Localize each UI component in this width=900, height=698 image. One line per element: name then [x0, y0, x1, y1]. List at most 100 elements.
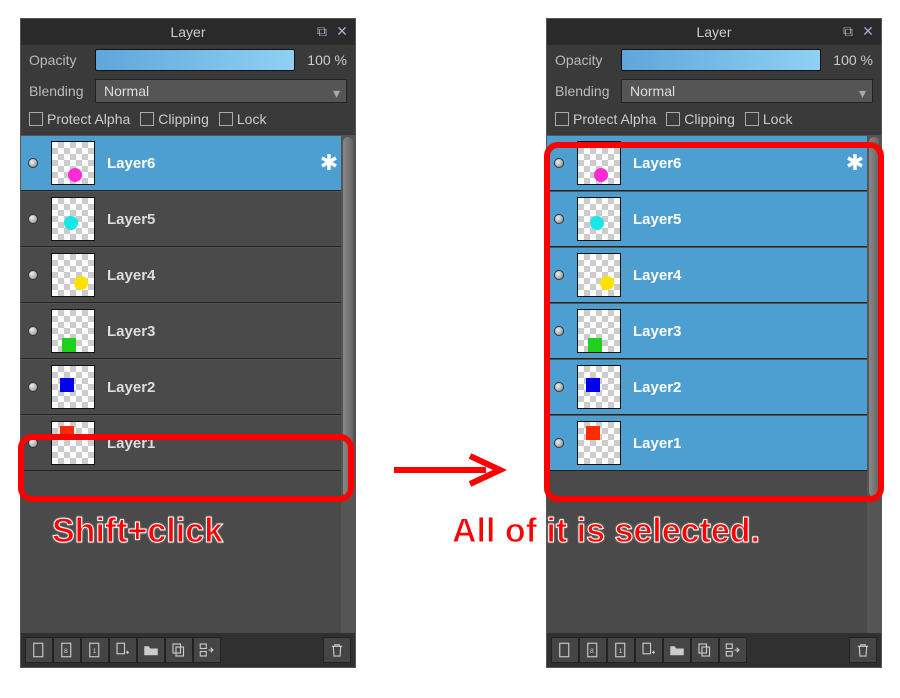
layer-thumbnail — [51, 197, 95, 241]
layer-item[interactable]: Layer2 — [547, 359, 867, 415]
layer-thumbnail — [577, 365, 621, 409]
opacity-value: 100 % — [303, 52, 347, 68]
blending-value: Normal — [630, 83, 675, 99]
clipping-checkbox[interactable]: Clipping — [140, 111, 209, 127]
layer-thumbnail — [51, 421, 95, 465]
layer-name: Layer5 — [627, 211, 867, 228]
close-icon[interactable]: ✕ — [333, 22, 351, 40]
visibility-toggle[interactable] — [547, 212, 571, 227]
gear-icon[interactable]: ✱ — [317, 150, 341, 176]
delete-icon[interactable] — [849, 637, 877, 663]
protect-alpha-checkbox[interactable]: Protect Alpha — [29, 111, 130, 127]
opacity-row: Opacity 100 % — [21, 45, 355, 75]
layer-name: Layer4 — [101, 267, 341, 284]
blending-label: Blending — [555, 83, 613, 99]
layer-thumbnail — [51, 365, 95, 409]
blending-select[interactable]: Normal — [621, 79, 873, 103]
visibility-toggle[interactable] — [21, 324, 45, 339]
layer-name: Layer6 — [627, 155, 843, 172]
opacity-slider[interactable] — [621, 49, 821, 71]
new-1bit-icon[interactable]: 1 — [81, 637, 109, 663]
visibility-toggle[interactable] — [547, 268, 571, 283]
lock-checkbox[interactable]: Lock — [745, 111, 793, 127]
lock-checkbox[interactable]: Lock — [219, 111, 267, 127]
layer-thumbnail — [577, 421, 621, 465]
detach-icon[interactable]: ⧉ — [313, 22, 331, 40]
layer-item[interactable]: Layer5 — [21, 191, 341, 247]
add-special-icon[interactable] — [635, 637, 663, 663]
layer-item[interactable]: Layer4 — [547, 247, 867, 303]
scrollbar[interactable] — [341, 135, 355, 633]
layer-panel-after: Layer ⧉ ✕ Opacity 100 % Blending Normal … — [546, 18, 882, 668]
layer-item[interactable]: Layer4 — [21, 247, 341, 303]
layer-panel-before: Layer ⧉ ✕ Opacity 100 % Blending Normal … — [20, 18, 356, 668]
layer-name: Layer3 — [101, 323, 341, 340]
duplicate-icon[interactable] — [165, 637, 193, 663]
layer-name: Layer6 — [101, 155, 317, 172]
visibility-toggle[interactable] — [21, 380, 45, 395]
layer-name: Layer1 — [101, 435, 341, 452]
blending-row: Blending Normal — [21, 75, 355, 107]
layer-item[interactable]: Layer6✱ — [21, 135, 341, 191]
visibility-toggle[interactable] — [547, 324, 571, 339]
duplicate-icon[interactable] — [691, 637, 719, 663]
scrollbar[interactable] — [867, 135, 881, 633]
visibility-toggle[interactable] — [21, 436, 45, 451]
blending-label: Blending — [29, 83, 87, 99]
opacity-slider[interactable] — [95, 49, 295, 71]
new-folder-icon[interactable] — [137, 637, 165, 663]
visibility-toggle[interactable] — [21, 156, 45, 171]
gear-icon[interactable]: ✱ — [843, 150, 867, 176]
scroll-thumb[interactable] — [343, 137, 353, 497]
layer-thumbnail — [577, 253, 621, 297]
layer-item[interactable]: Layer1 — [21, 415, 341, 471]
new-layer-icon[interactable] — [25, 637, 53, 663]
add-special-icon[interactable] — [109, 637, 137, 663]
delete-icon[interactable] — [323, 637, 351, 663]
visibility-toggle[interactable] — [547, 436, 571, 451]
visibility-toggle[interactable] — [21, 212, 45, 227]
layer-name: Layer2 — [627, 379, 867, 396]
layer-name: Layer4 — [627, 267, 867, 284]
blending-select[interactable]: Normal — [95, 79, 347, 103]
panel-title: Layer — [696, 24, 731, 40]
layer-thumbnail — [577, 197, 621, 241]
layer-area: Layer6✱ Layer5 Layer4 Layer3 Layer2 Layer1 — [547, 135, 881, 633]
close-icon[interactable]: ✕ — [859, 22, 877, 40]
svg-text:8: 8 — [590, 648, 594, 655]
layer-area: Layer6✱ Layer5 Layer4 Layer3 Layer2 Layer1 — [21, 135, 355, 633]
merge-icon[interactable] — [193, 637, 221, 663]
scroll-thumb[interactable] — [869, 137, 879, 497]
layer-name: Layer3 — [627, 323, 867, 340]
protect-alpha-checkbox[interactable]: Protect Alpha — [555, 111, 656, 127]
layer-name: Layer2 — [101, 379, 341, 396]
new-layer-icon[interactable] — [551, 637, 579, 663]
layer-item[interactable]: Layer3 — [547, 303, 867, 359]
detach-icon[interactable]: ⧉ — [839, 22, 857, 40]
layer-item[interactable]: Layer5 — [547, 191, 867, 247]
visibility-toggle[interactable] — [547, 156, 571, 171]
layer-thumbnail — [577, 141, 621, 185]
layer-name: Layer5 — [101, 211, 341, 228]
clipping-checkbox[interactable]: Clipping — [666, 111, 735, 127]
svg-text:1: 1 — [93, 648, 97, 655]
layer-item[interactable]: Layer3 — [21, 303, 341, 359]
svg-text:8: 8 — [64, 648, 68, 655]
layer-thumbnail — [577, 309, 621, 353]
new-folder-icon[interactable] — [663, 637, 691, 663]
svg-text:1: 1 — [619, 648, 623, 655]
new-8bit-icon[interactable]: 8 — [579, 637, 607, 663]
layer-list: Layer6✱ Layer5 Layer4 Layer3 Layer2 Layer1 — [547, 135, 867, 633]
layer-toolbar: 81 — [547, 633, 881, 667]
merge-icon[interactable] — [719, 637, 747, 663]
panel-titlebar: Layer ⧉ ✕ — [547, 19, 881, 45]
new-1bit-icon[interactable]: 1 — [607, 637, 635, 663]
option-check-row: Protect Alpha Clipping Lock — [547, 107, 881, 135]
visibility-toggle[interactable] — [21, 268, 45, 283]
layer-item[interactable]: Layer2 — [21, 359, 341, 415]
new-8bit-icon[interactable]: 8 — [53, 637, 81, 663]
blending-row: Blending Normal — [547, 75, 881, 107]
visibility-toggle[interactable] — [547, 380, 571, 395]
layer-item[interactable]: Layer1 — [547, 415, 867, 471]
layer-item[interactable]: Layer6✱ — [547, 135, 867, 191]
